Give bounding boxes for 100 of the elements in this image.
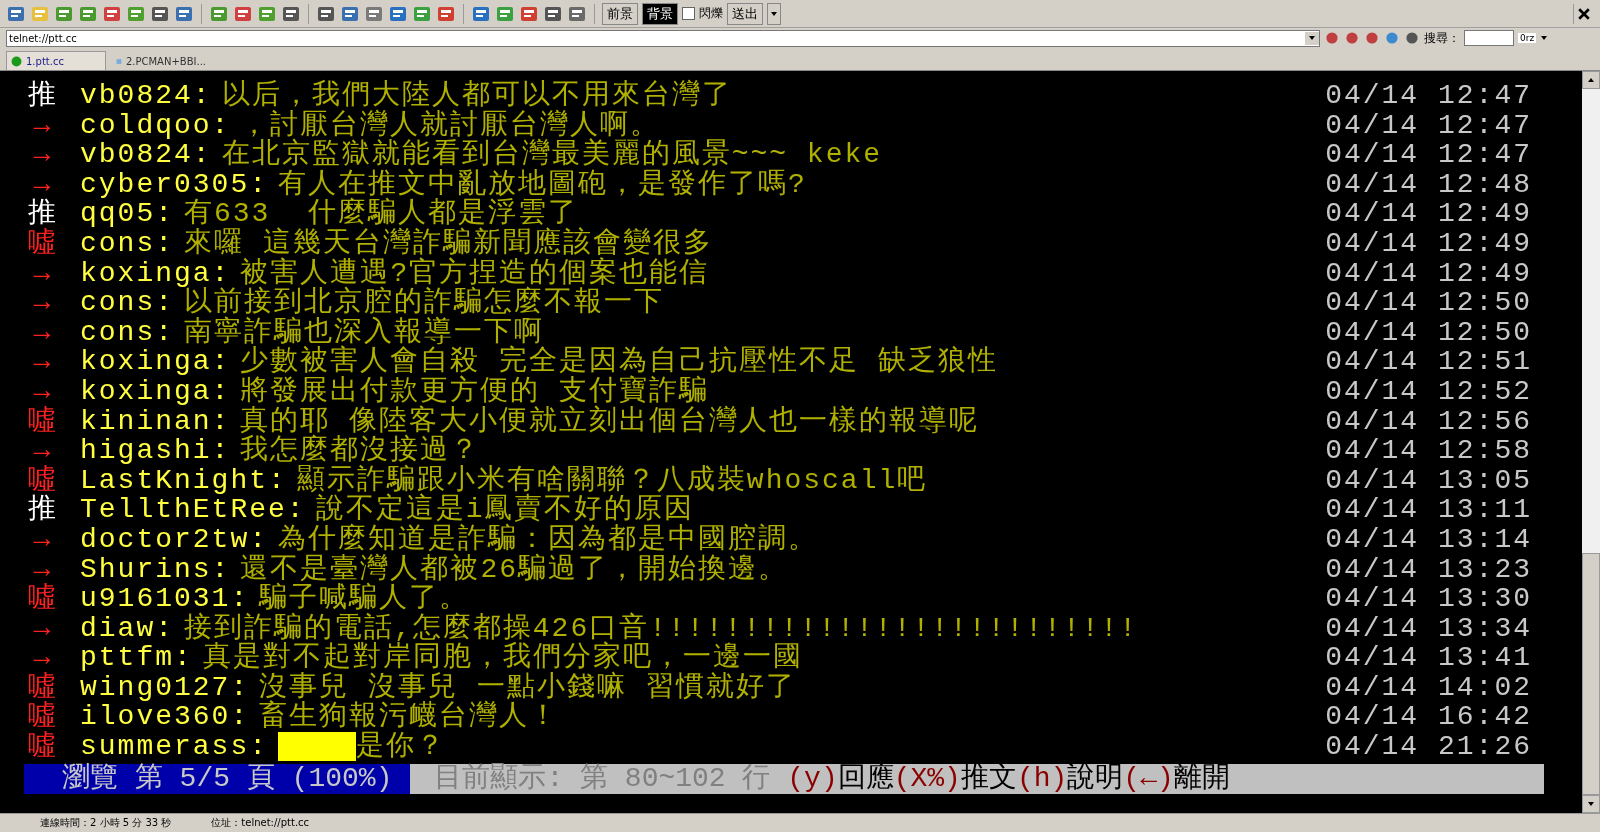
comment-time: 04/14 12:50 [1325,317,1532,348]
user-id: vb0824: [80,81,212,111]
help-text: (←) [1123,763,1174,794]
location-text: 位址：telnet://ptt.cc [211,816,310,830]
user-id: diaw: [80,613,174,644]
user-id: summerass: [80,732,269,762]
help-text: 目前顯示: 第 80~102 行 [434,763,772,794]
user-id: koxinga: [80,376,231,407]
comment-text: 我怎麼都沒接過？ [240,436,481,466]
caret-icon[interactable] [1540,34,1549,42]
comment-time: 04/14 12:58 [1325,436,1532,466]
comment-time: 04/14 14:02 [1325,672,1532,703]
tab[interactable]: 1.ptt.cc [6,51,106,70]
push-tag: 推 [24,199,62,229]
comment-time: 04/14 13:11 [1325,495,1532,525]
comment-text: 說不定這是i鳳賣不好的原因 [315,495,695,525]
checkbox[interactable] [682,7,695,20]
push-tag: → [24,140,62,170]
push-tag: → [24,613,62,644]
scroll-up-icon[interactable] [1587,76,1595,84]
push-tag: → [24,524,62,555]
push-tag: 噓 [24,228,62,259]
user-id: kininan: [80,406,231,437]
user-id: Shurins: [80,554,231,585]
push-tag: 噓 [24,584,62,614]
comment-time: 04/14 12:48 [1325,169,1532,200]
push-tag: → [24,258,62,289]
comment-time: 04/14 12:52 [1325,376,1532,407]
push-tag: 推 [24,81,62,111]
comment-time: 04/14 13:05 [1325,465,1532,496]
comment-time: 04/14 13:14 [1325,524,1532,555]
comment-time: 04/14 12:56 [1325,406,1532,437]
blink-label: 閃爍 [699,5,723,22]
comment-text: 以后，我們大陸人都可以不用來台灣了 [221,81,732,111]
push-tag: → [24,643,62,673]
user-id: LastKnight: [80,465,287,496]
comment-time: 04/14 13:23 [1325,554,1532,585]
push-tag: → [24,317,62,348]
help-text: 離開 [1173,763,1230,794]
push-tag: 推 [24,495,62,525]
push-tag: → [24,347,62,377]
push-tag: → [24,436,62,466]
user-id: cons: [80,228,174,259]
comment-time: 04/14 12:49 [1325,228,1532,259]
user-id: pttfm: [80,643,193,673]
tab[interactable]: 2.PCMAN+BBI... [112,52,210,70]
connection-time: 連線時間：2 小時 5 分 33 秒 [40,816,172,830]
comment-text: 為什麼知道是詐騙：因為都是中國腔調。 [278,524,819,555]
help-text: 說明 [1067,763,1124,794]
scrollbar[interactable] [1582,71,1600,813]
help-text: 回應 [837,763,894,794]
user-id: cyber0305: [80,169,269,200]
comment-time: 04/14 16:42 [1325,702,1532,733]
help-text: (h) [1016,763,1068,794]
push-tag: → [24,288,62,318]
user-id: higashi: [80,436,231,466]
comment-text: 騙子喊騙人了。 [259,584,470,614]
comment-time: 04/14 13:41 [1325,643,1532,673]
caret-icon [1308,34,1316,42]
comment-text: 是你？ [356,732,447,762]
page-indicator: 瀏覽 第 5/5 頁 (100%) [24,763,411,794]
comment-time: 04/14 12:50 [1325,288,1532,318]
user-id: coldqoo: [80,110,231,141]
comment-time: 04/14 12:47 [1325,140,1532,170]
address-field[interactable]: telnet://ptt.cc [6,29,1320,47]
help-text: (X%) [893,763,961,794]
comment-time: 04/14 13:30 [1325,584,1532,614]
comment-time: 04/14 21:26 [1325,732,1532,762]
help-text: 推文 [960,763,1017,794]
user-id: cons: [80,317,174,348]
help-text: (y) [787,763,838,794]
color-button[interactable]: 背景 [642,2,678,25]
comment-time: 04/14 13:34 [1325,613,1532,644]
search-field[interactable] [1464,30,1514,46]
comment-time: 04/14 12:47 [1325,81,1532,111]
push-tag: → [24,376,62,407]
push-tag: 噓 [24,406,62,437]
user-id: doctor2tw: [80,524,269,555]
user-id: TellthEtRee: [80,495,306,525]
push-tag: → [24,110,62,141]
scroll-down-icon[interactable] [1587,800,1595,808]
comment-time: 04/14 12:51 [1325,347,1532,377]
user-id: vb0824: [80,140,212,170]
user-id: wing0127: [80,672,250,703]
search-engine-dropdown[interactable]: 0rz [1518,33,1537,43]
user-id: qq05: [80,199,174,229]
user-id: koxinga: [80,347,231,377]
user-id: ilove360: [80,702,250,733]
search-label: 搜尋： [1424,29,1460,47]
dot-icon [11,55,22,67]
user-id: cons: [80,288,174,318]
comment-time: 04/14 12:47 [1325,110,1532,141]
caret-icon [770,9,778,18]
dropdown-button[interactable] [767,2,781,25]
push-tag: 噓 [24,732,62,762]
comment-time: 04/14 12:49 [1325,199,1532,229]
comment-time: 04/14 12:49 [1325,258,1532,289]
user-id: u9161031: [80,584,250,614]
send-button[interactable]: 送出 [727,2,763,25]
color-button[interactable]: 前景 [602,2,638,25]
